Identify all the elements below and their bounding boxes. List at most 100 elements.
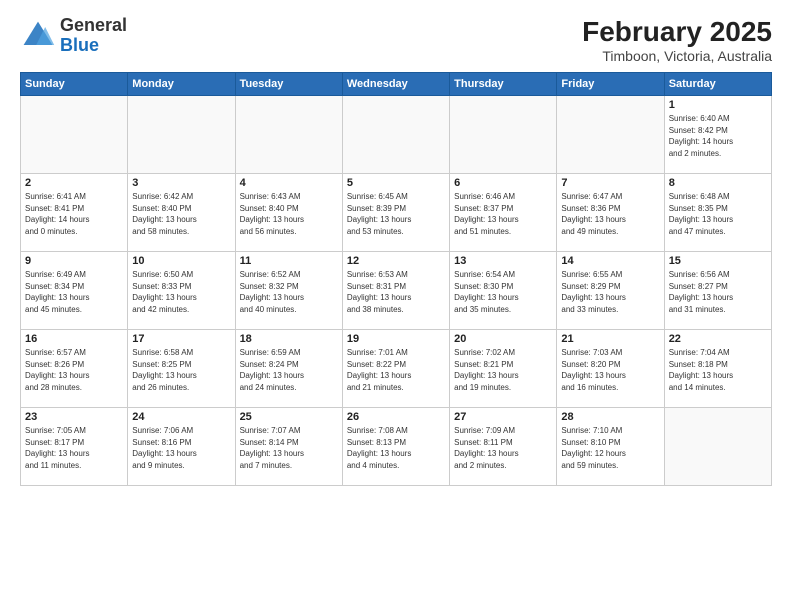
day-cell: 5 Sunrise: 6:45 AMSunset: 8:39 PMDaylight… — [342, 174, 449, 252]
day-number: 20 — [454, 333, 552, 345]
day-number: 16 — [25, 333, 123, 345]
day-info: Sunrise: 6:57 AMSunset: 8:26 PMDaylight:… — [25, 347, 123, 393]
day-cell — [128, 96, 235, 174]
day-number: 4 — [240, 177, 338, 189]
day-number: 28 — [561, 411, 659, 423]
day-info: Sunrise: 6:55 AMSunset: 8:29 PMDaylight:… — [561, 269, 659, 315]
logo: General Blue — [20, 16, 127, 56]
day-info: Sunrise: 6:46 AMSunset: 8:37 PMDaylight:… — [454, 191, 552, 237]
day-cell — [450, 96, 557, 174]
calendar-body: 1 Sunrise: 6:40 AMSunset: 8:42 PMDaylight… — [21, 96, 772, 486]
title-block: February 2025 Timboon, Victoria, Austral… — [582, 16, 772, 64]
day-number: 15 — [669, 255, 767, 267]
day-cell: 27 Sunrise: 7:09 AMSunset: 8:11 PMDayligh… — [450, 408, 557, 486]
day-cell: 26 Sunrise: 7:08 AMSunset: 8:13 PMDayligh… — [342, 408, 449, 486]
header-day-thursday: Thursday — [450, 73, 557, 96]
day-cell: 28Sunrise: 7:10 AMSunset: 8:10 PMDayligh… — [557, 408, 664, 486]
day-number: 1 — [669, 99, 767, 111]
day-cell: 18 Sunrise: 6:59 AMSunset: 8:24 PMDayligh… — [235, 330, 342, 408]
day-number: 9 — [25, 255, 123, 267]
day-info: Sunrise: 7:07 AMSunset: 8:14 PMDaylight:… — [240, 425, 338, 471]
day-cell: 21 Sunrise: 7:03 AMSunset: 8:20 PMDayligh… — [557, 330, 664, 408]
day-cell: 16 Sunrise: 6:57 AMSunset: 8:26 PMDayligh… — [21, 330, 128, 408]
calendar-table: SundayMondayTuesdayWednesdayThursdayFrid… — [20, 72, 772, 486]
day-number: 14 — [561, 255, 659, 267]
header-day-sunday: Sunday — [21, 73, 128, 96]
header-day-saturday: Saturday — [664, 73, 771, 96]
day-cell: 24Sunrise: 7:06 AMSunset: 8:16 PMDayligh… — [128, 408, 235, 486]
day-info: Sunrise: 6:50 AMSunset: 8:33 PMDaylight:… — [132, 269, 230, 315]
page-title: February 2025 — [582, 16, 772, 48]
day-info: Sunrise: 6:52 AMSunset: 8:32 PMDaylight:… — [240, 269, 338, 315]
day-info: Sunrise: 6:48 AMSunset: 8:35 PMDaylight:… — [669, 191, 767, 237]
day-cell: 23Sunrise: 7:05 AMSunset: 8:17 PMDayligh… — [21, 408, 128, 486]
week-row-1: 2 Sunrise: 6:41 AMSunset: 8:41 PMDaylight… — [21, 174, 772, 252]
day-cell: 14 Sunrise: 6:55 AMSunset: 8:29 PMDayligh… — [557, 252, 664, 330]
day-cell — [664, 408, 771, 486]
day-number: 8 — [669, 177, 767, 189]
day-info: Sunrise: 6:40 AMSunset: 8:42 PMDaylight:… — [669, 113, 767, 159]
week-row-2: 9 Sunrise: 6:49 AMSunset: 8:34 PMDaylight… — [21, 252, 772, 330]
day-cell: 2 Sunrise: 6:41 AMSunset: 8:41 PMDaylight… — [21, 174, 128, 252]
day-cell — [342, 96, 449, 174]
day-cell: 22Sunrise: 7:04 AMSunset: 8:18 PMDayligh… — [664, 330, 771, 408]
day-info: Sunrise: 6:45 AMSunset: 8:39 PMDaylight:… — [347, 191, 445, 237]
day-info: Sunrise: 7:03 AMSunset: 8:20 PMDaylight:… — [561, 347, 659, 393]
day-info: Sunrise: 6:49 AMSunset: 8:34 PMDaylight:… — [25, 269, 123, 315]
day-cell: 4 Sunrise: 6:43 AMSunset: 8:40 PMDaylight… — [235, 174, 342, 252]
day-number: 26 — [347, 411, 445, 423]
header: General Blue February 2025 Timboon, Vict… — [20, 16, 772, 64]
day-info: Sunrise: 6:41 AMSunset: 8:41 PMDaylight:… — [25, 191, 123, 237]
day-cell: 19Sunrise: 7:01 AMSunset: 8:22 PMDayligh… — [342, 330, 449, 408]
day-number: 12 — [347, 255, 445, 267]
day-cell: 7Sunrise: 6:47 AMSunset: 8:36 PMDaylight… — [557, 174, 664, 252]
logo-general: General — [60, 16, 127, 36]
day-number: 7 — [561, 177, 659, 189]
day-cell: 12 Sunrise: 6:53 AMSunset: 8:31 PMDayligh… — [342, 252, 449, 330]
day-number: 21 — [561, 333, 659, 345]
day-cell: 9 Sunrise: 6:49 AMSunset: 8:34 PMDaylight… — [21, 252, 128, 330]
day-number: 24 — [132, 411, 230, 423]
day-number: 10 — [132, 255, 230, 267]
day-cell — [235, 96, 342, 174]
day-number: 5 — [347, 177, 445, 189]
day-number: 13 — [454, 255, 552, 267]
day-cell: 17 Sunrise: 6:58 AMSunset: 8:25 PMDayligh… — [128, 330, 235, 408]
day-info: Sunrise: 6:59 AMSunset: 8:24 PMDaylight:… — [240, 347, 338, 393]
day-info: Sunrise: 7:02 AMSunset: 8:21 PMDaylight:… — [454, 347, 552, 393]
day-info: Sunrise: 6:42 AMSunset: 8:40 PMDaylight:… — [132, 191, 230, 237]
day-cell: 15Sunrise: 6:56 AMSunset: 8:27 PMDayligh… — [664, 252, 771, 330]
day-cell: 20 Sunrise: 7:02 AMSunset: 8:21 PMDayligh… — [450, 330, 557, 408]
day-cell: 11 Sunrise: 6:52 AMSunset: 8:32 PMDayligh… — [235, 252, 342, 330]
header-day-monday: Monday — [128, 73, 235, 96]
week-row-3: 16 Sunrise: 6:57 AMSunset: 8:26 PMDayligh… — [21, 330, 772, 408]
day-info: Sunrise: 7:09 AMSunset: 8:11 PMDaylight:… — [454, 425, 552, 471]
page: General Blue February 2025 Timboon, Vict… — [0, 0, 792, 612]
day-info: Sunrise: 6:43 AMSunset: 8:40 PMDaylight:… — [240, 191, 338, 237]
day-number: 23 — [25, 411, 123, 423]
logo-blue: Blue — [60, 36, 127, 56]
logo-text: General Blue — [60, 16, 127, 56]
day-number: 25 — [240, 411, 338, 423]
day-number: 17 — [132, 333, 230, 345]
logo-icon — [20, 18, 56, 54]
day-number: 18 — [240, 333, 338, 345]
week-row-4: 23Sunrise: 7:05 AMSunset: 8:17 PMDayligh… — [21, 408, 772, 486]
week-row-0: 1 Sunrise: 6:40 AMSunset: 8:42 PMDaylight… — [21, 96, 772, 174]
day-number: 11 — [240, 255, 338, 267]
day-info: Sunrise: 6:53 AMSunset: 8:31 PMDaylight:… — [347, 269, 445, 315]
day-number: 2 — [25, 177, 123, 189]
day-cell: 25 Sunrise: 7:07 AMSunset: 8:14 PMDayligh… — [235, 408, 342, 486]
header-day-friday: Friday — [557, 73, 664, 96]
header-day-tuesday: Tuesday — [235, 73, 342, 96]
day-number: 3 — [132, 177, 230, 189]
day-info: Sunrise: 6:58 AMSunset: 8:25 PMDaylight:… — [132, 347, 230, 393]
day-cell: 13Sunrise: 6:54 AMSunset: 8:30 PMDayligh… — [450, 252, 557, 330]
day-info: Sunrise: 7:08 AMSunset: 8:13 PMDaylight:… — [347, 425, 445, 471]
header-day-wednesday: Wednesday — [342, 73, 449, 96]
day-info: Sunrise: 7:01 AMSunset: 8:22 PMDaylight:… — [347, 347, 445, 393]
day-cell: 3 Sunrise: 6:42 AMSunset: 8:40 PMDaylight… — [128, 174, 235, 252]
day-number: 27 — [454, 411, 552, 423]
day-cell — [21, 96, 128, 174]
day-info: Sunrise: 7:04 AMSunset: 8:18 PMDaylight:… — [669, 347, 767, 393]
